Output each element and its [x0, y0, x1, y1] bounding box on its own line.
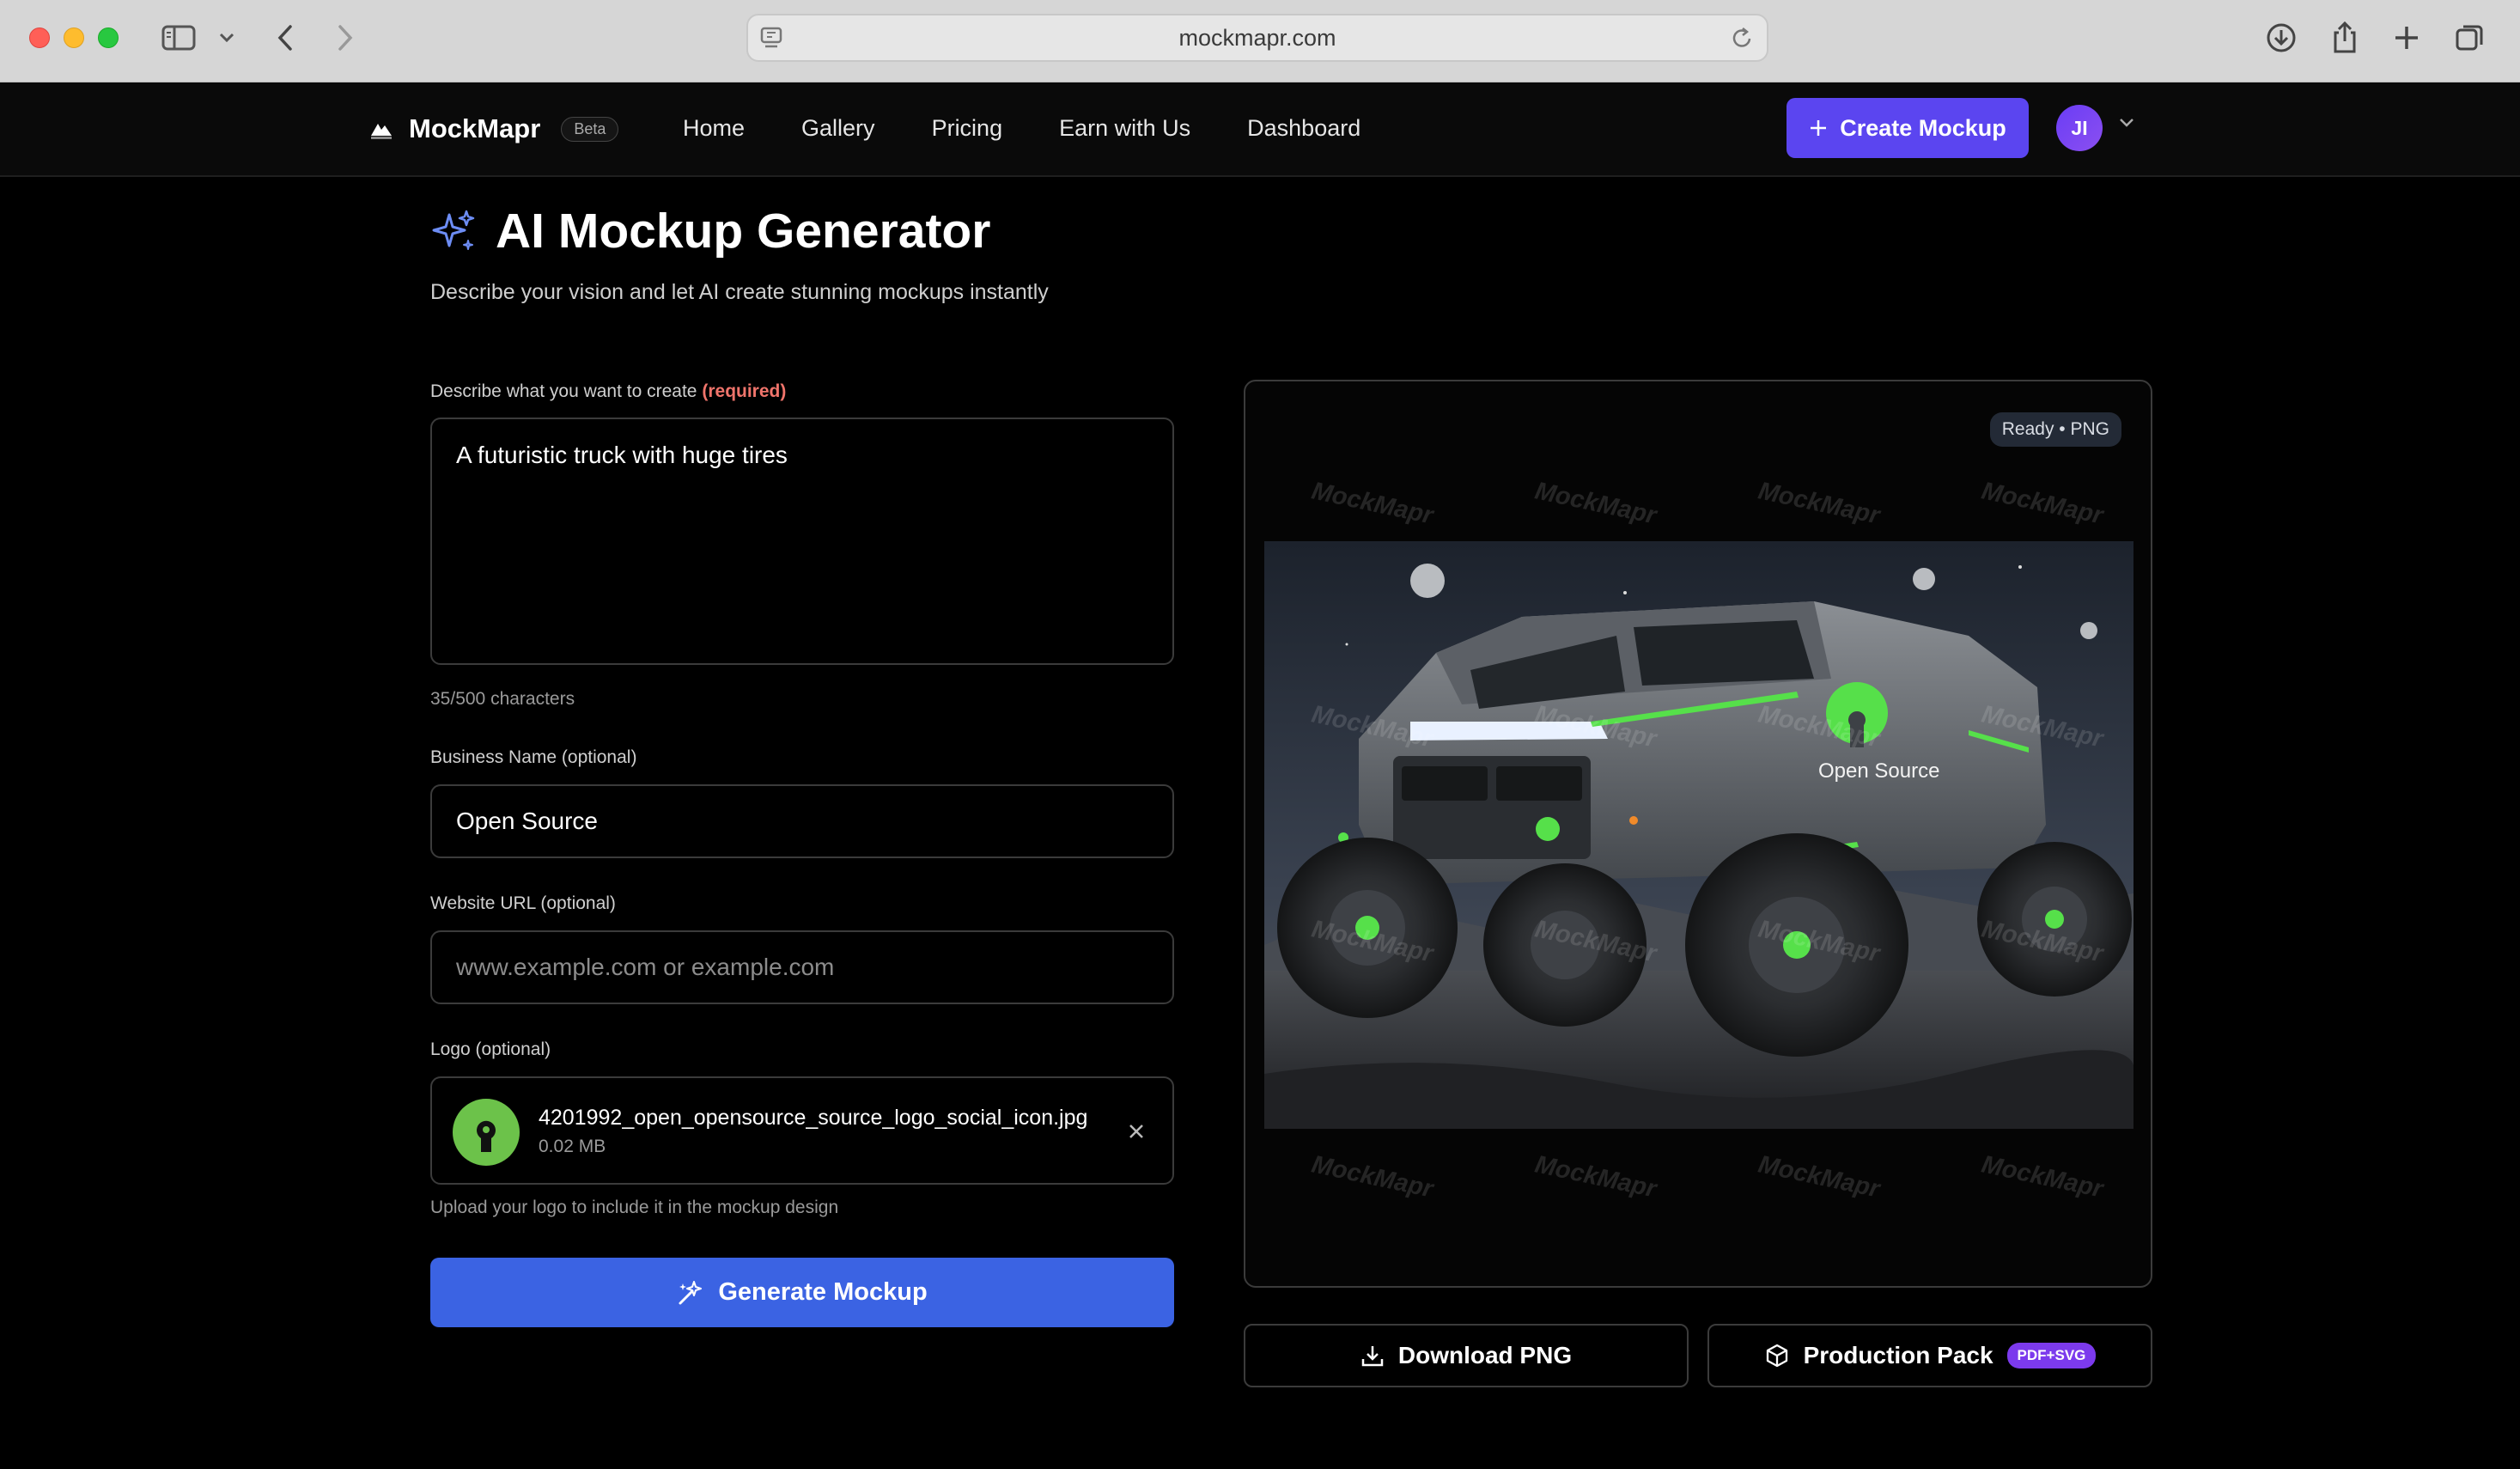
- close-window-button[interactable]: [29, 27, 50, 48]
- page-icon: [760, 26, 784, 58]
- required-marker: (required): [702, 381, 787, 401]
- logo-label: Logo (optional): [430, 1039, 551, 1059]
- watermark-text: MockMapr: [1756, 477, 1883, 530]
- business-name-label: Business Name (optional): [430, 747, 637, 767]
- avatar-initials: JI: [2071, 116, 2088, 139]
- brand-logo-icon: [371, 124, 392, 139]
- nav-pricing[interactable]: Pricing: [932, 115, 1003, 142]
- create-mockup-button[interactable]: Create Mockup: [1787, 98, 2029, 158]
- nav-earn-with-us[interactable]: Earn with Us: [1059, 115, 1190, 142]
- address-bar[interactable]: mockmapr.com: [746, 14, 1768, 62]
- sparkles-icon: [432, 210, 475, 250]
- vehicle-brand-text: Open Source: [1818, 759, 1939, 783]
- nav-links: Home Gallery Pricing Earn with Us Dashbo…: [683, 115, 1360, 142]
- prompt-label: Describe what you want to create (requir…: [430, 381, 786, 402]
- downloads-icon[interactable]: [2262, 19, 2300, 57]
- open-source-logo-icon: [477, 1120, 496, 1152]
- production-pack-label: Production Pack: [1803, 1342, 1993, 1368]
- brand-name: MockMapr: [409, 113, 541, 143]
- new-tab-icon[interactable]: [2388, 19, 2426, 57]
- plus-icon: [1811, 120, 1827, 136]
- chevron-down-icon[interactable]: [2118, 117, 2135, 133]
- watermark-text: MockMapr: [1309, 477, 1436, 530]
- browser-chrome: mockmapr.com: [0, 0, 2520, 82]
- website-url-label: Website URL (optional): [430, 893, 616, 913]
- nav-dashboard[interactable]: Dashboard: [1247, 115, 1360, 142]
- generated-mockup-image: Open Source MockMapr MockMapr MockMapr M…: [1264, 541, 2133, 1129]
- close-icon: [1129, 1125, 1143, 1138]
- logo-filename: 4201992_open_opensource_source_logo_soci…: [539, 1106, 1088, 1130]
- beta-badge: Beta: [561, 116, 619, 142]
- business-name-input[interactable]: [430, 784, 1174, 858]
- prompt-label-text: Describe what you want to create: [430, 381, 697, 401]
- production-pack-button[interactable]: Production Pack PDF+SVG: [1707, 1324, 2152, 1387]
- watermark-text: MockMapr: [1979, 477, 2106, 530]
- brand[interactable]: MockMapr Beta: [369, 113, 619, 144]
- page-title-row: AI Mockup Generator: [430, 203, 990, 259]
- watermark-text: MockMapr: [1532, 477, 1659, 530]
- generate-mockup-label: Generate Mockup: [718, 1278, 928, 1306]
- remove-logo-button[interactable]: [1123, 1118, 1150, 1145]
- reload-icon[interactable]: [1731, 26, 1755, 58]
- chevron-down-icon[interactable]: [215, 19, 239, 57]
- back-icon[interactable]: [271, 19, 299, 57]
- website-url-input[interactable]: [430, 930, 1174, 1004]
- maximize-window-button[interactable]: [98, 27, 119, 48]
- download-png-button[interactable]: Download PNG: [1244, 1324, 1689, 1387]
- avatar[interactable]: JI: [2056, 105, 2103, 151]
- create-mockup-label: Create Mockup: [1840, 114, 2006, 141]
- share-icon[interactable]: [2326, 19, 2364, 57]
- logo-hint: Upload your logo to include it in the mo…: [430, 1198, 839, 1217]
- download-icon: [1361, 1346, 1384, 1367]
- nav-home[interactable]: Home: [683, 115, 745, 142]
- url-text: mockmapr.com: [1178, 24, 1336, 51]
- logo-filesize: 0.02 MB: [539, 1137, 606, 1156]
- tab-overview-icon[interactable]: [2451, 19, 2489, 57]
- logo-thumbnail: [453, 1099, 520, 1166]
- watermark-text: MockMapr: [1979, 1150, 2106, 1204]
- status-badge: Ready • PNG: [1989, 412, 2121, 447]
- format-badge: PDF+SVG: [2006, 1343, 2097, 1368]
- app-navbar: MockMapr Beta Home Gallery Pricing Earn …: [0, 82, 2520, 177]
- generate-mockup-button[interactable]: Generate Mockup: [430, 1258, 1174, 1327]
- watermark-text: MockMapr: [1756, 1150, 1883, 1204]
- logo-upload-box[interactable]: 4201992_open_opensource_source_logo_soci…: [430, 1076, 1174, 1185]
- magic-wand-icon: [679, 1280, 703, 1304]
- char-count: 35/500 characters: [430, 689, 575, 709]
- nav-gallery[interactable]: Gallery: [801, 115, 875, 142]
- watermark-text: MockMapr: [1309, 1150, 1436, 1204]
- page-title: AI Mockup Generator: [496, 204, 991, 259]
- download-png-label: Download PNG: [1397, 1342, 1573, 1368]
- mockup-preview-panel: Ready • PNG MockMapr MockMapr MockMapr M…: [1244, 380, 2152, 1288]
- sidebar-toggle-icon[interactable]: [160, 19, 198, 57]
- page-subtitle: Describe your vision and let AI create s…: [430, 280, 1049, 304]
- watermark-text: MockMapr: [1532, 1150, 1659, 1204]
- package-icon: [1766, 1344, 1787, 1368]
- prompt-textarea[interactable]: A futuristic truck with huge tires: [430, 418, 1174, 665]
- forward-icon[interactable]: [332, 19, 359, 57]
- minimize-window-button[interactable]: [64, 27, 84, 48]
